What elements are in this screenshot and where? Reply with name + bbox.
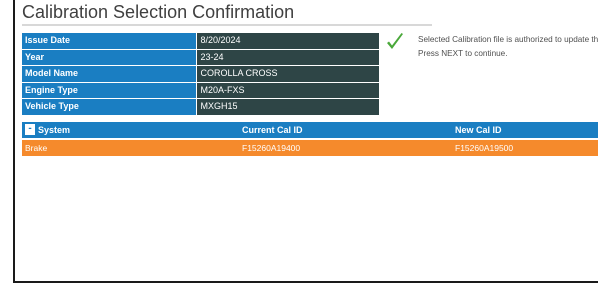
row-current-cal-id: F15260A19400	[242, 143, 301, 153]
info-value: 8/20/2024	[196, 33, 379, 49]
info-label: Model Name	[22, 66, 196, 82]
info-value: COROLLA CROSS	[196, 66, 379, 82]
checkmark-icon	[387, 33, 403, 49]
info-row-vehicle-type: Vehicle Type MXGH15	[22, 99, 379, 115]
column-header-new-cal-id: New Cal ID	[455, 125, 502, 135]
info-label: Engine Type	[22, 82, 196, 99]
systems-table-header: - System Current Cal ID New Cal ID	[22, 122, 598, 138]
table-row[interactable]: Brake F15260A19400 F15260A19500	[22, 140, 598, 156]
info-label: Vehicle Type	[22, 99, 196, 115]
info-value: 23-24	[196, 49, 379, 66]
info-row-issue-date: Issue Date 8/20/2024	[22, 33, 379, 49]
info-row-year: Year 23-24	[22, 49, 379, 66]
info-row-model-name: Model Name COROLLA CROSS	[22, 66, 379, 82]
title-divider	[22, 24, 432, 26]
collapse-button[interactable]: -	[25, 124, 35, 135]
info-row-engine-type: Engine Type M20A-FXS	[22, 82, 379, 99]
vehicle-info-table: Issue Date 8/20/2024 Year 23-24 Model Na…	[22, 33, 379, 116]
info-label: Year	[22, 49, 196, 66]
column-header-system: System	[38, 125, 71, 135]
info-value: MXGH15	[196, 99, 379, 115]
message-line-continue: Press NEXT to continue.	[418, 49, 508, 58]
message-line-authorized: Selected Calibration file is authorized …	[418, 35, 598, 44]
info-value: M20A-FXS	[196, 82, 379, 99]
column-header-current-cal-id: Current Cal ID	[242, 125, 303, 135]
confirmation-message: Selected Calibration file is authorized …	[418, 33, 598, 61]
page-title: Calibration Selection Confirmation	[22, 2, 295, 22]
row-new-cal-id: F15260A19500	[455, 143, 514, 153]
info-label: Issue Date	[22, 33, 196, 49]
row-system: Brake	[25, 143, 48, 153]
